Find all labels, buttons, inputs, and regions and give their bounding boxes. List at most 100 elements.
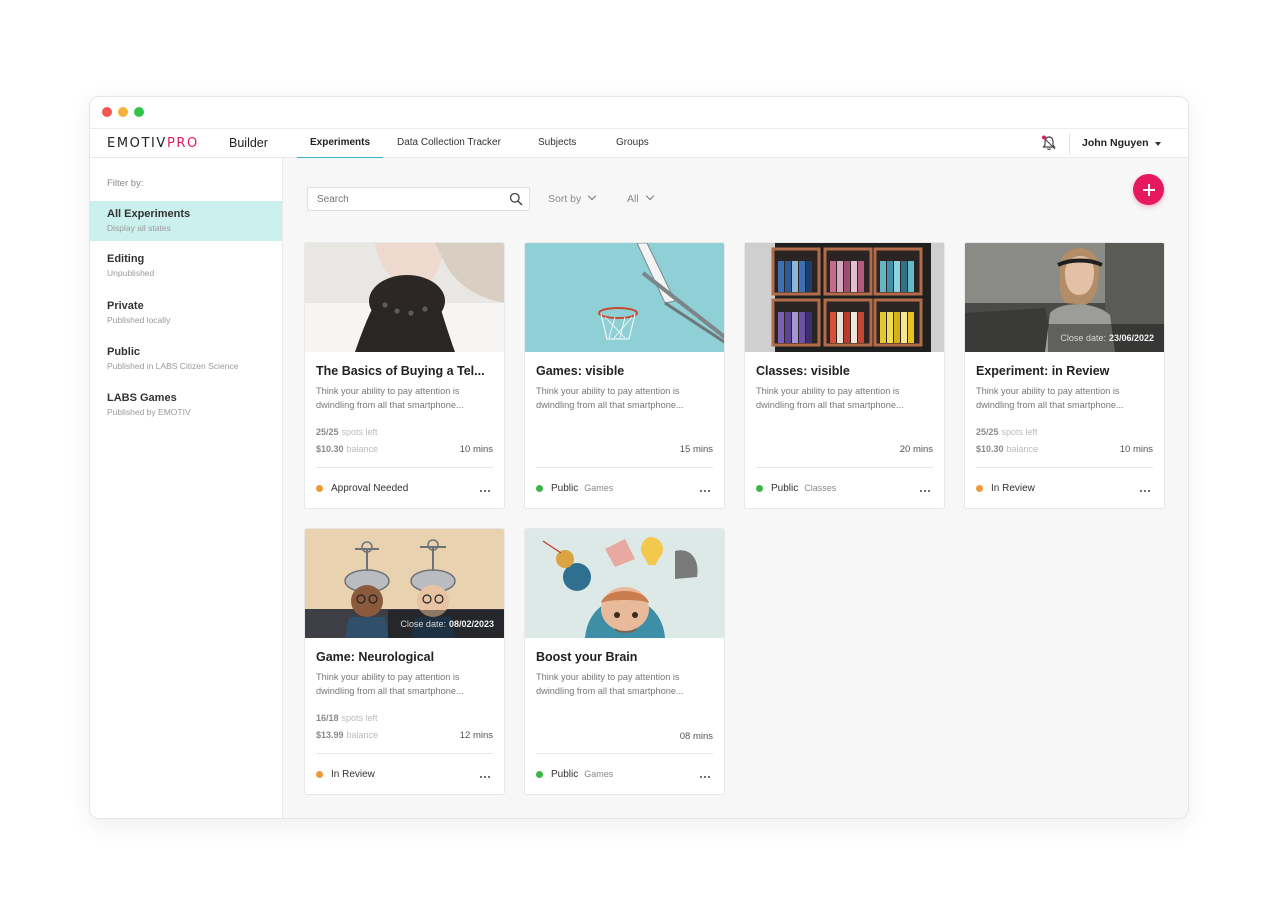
filter-labs-games[interactable]: LABS Games Published by EMOTIV: [90, 385, 282, 425]
status-dot-icon: [316, 485, 323, 492]
spots-label: spots left: [1001, 427, 1038, 437]
search-input[interactable]: [308, 188, 498, 210]
experiment-title: Boost your Brain: [536, 650, 638, 664]
more-options-icon[interactable]: [478, 773, 490, 778]
tab-groups[interactable]: Groups: [616, 137, 649, 159]
balance-value: $13.99: [316, 730, 344, 740]
experiment-description: Think your ability to pay attention is d…: [536, 672, 684, 696]
tab-experiments[interactable]: Experiments: [297, 137, 384, 159]
filter-all-experiments[interactable]: All Experiments Display all states: [90, 201, 282, 241]
experiment-thumbnail: Close date: 23/06/2022: [965, 243, 1164, 352]
balance-value: $10.30: [976, 444, 1004, 454]
more-options-icon[interactable]: [918, 487, 930, 492]
user-menu-caret-icon[interactable]: [1155, 142, 1161, 146]
state-filter-dropdown[interactable]: All: [627, 191, 654, 205]
status-dot-icon: [756, 485, 763, 492]
experiment-status: Public Games: [551, 483, 613, 494]
experiment-card[interactable]: Games: visible Think your ability to pay…: [524, 242, 725, 509]
spots-label: spots left: [341, 427, 378, 437]
filter-subtitle: Published by EMOTIV: [107, 407, 191, 417]
logo-accent-text: PRO: [166, 136, 199, 151]
more-options-icon[interactable]: [698, 773, 710, 778]
spots-left: 25/25 spots left: [316, 427, 378, 437]
status-category: Classes: [804, 483, 837, 493]
balance: $10.30 balance: [976, 444, 1038, 454]
experiment-thumbnail: [745, 243, 944, 352]
experiment-card[interactable]: Boost your Brain Think your ability to p…: [524, 528, 725, 795]
duration: 15 mins: [679, 444, 713, 455]
duration: 12 mins: [459, 730, 493, 741]
notification-bell-icon[interactable]: [1040, 134, 1058, 152]
experiment-card[interactable]: Classes: visible Think your ability to p…: [744, 242, 945, 509]
balance-label: balance: [346, 444, 379, 454]
filter-private[interactable]: Private Published locally: [90, 293, 282, 333]
card-divider: [536, 467, 713, 468]
status-dot-icon: [536, 771, 543, 778]
close-date-overlay: Close date: 23/06/2022: [1048, 324, 1164, 352]
window-titlebar: [90, 97, 1188, 128]
status-label: Public: [551, 483, 579, 494]
add-experiment-button[interactable]: [1133, 174, 1164, 205]
spots-value: 16/18: [316, 713, 339, 723]
plus-icon: [1142, 183, 1155, 196]
status-dot-icon: [536, 485, 543, 492]
experiment-card[interactable]: Close date: 08/02/2023 Game: Neurological…: [304, 528, 505, 795]
experiment-title: The Basics of Buying a Tel...: [316, 364, 485, 378]
top-navigation: EMOTIVPRO Builder Experiments Data Colle…: [90, 128, 1188, 159]
status-label: Public: [551, 769, 579, 780]
sort-by-dropdown[interactable]: Sort by: [548, 191, 597, 205]
card-divider: [316, 467, 493, 468]
app-window: EMOTIVPRO Builder Experiments Data Colle…: [89, 96, 1189, 819]
experiment-description: Think your ability to pay attention is d…: [756, 386, 904, 410]
module-name: Builder: [229, 136, 268, 150]
experiment-card[interactable]: The Basics of Buying a Tel... Think your…: [304, 242, 505, 509]
status-label: In Review: [991, 483, 1035, 494]
tab-data-collection-tracker[interactable]: Data Collection Tracker: [397, 137, 501, 159]
emotivpro-logo[interactable]: EMOTIVPRO: [107, 136, 199, 151]
search-icon[interactable]: [509, 192, 523, 206]
user-menu[interactable]: John Nguyen: [1082, 137, 1149, 149]
status-label: In Review: [331, 769, 375, 780]
experiment-description: Think your ability to pay attention is d…: [316, 672, 464, 696]
logo-text: EMOTIV: [107, 136, 167, 151]
status-label: Approval Needed: [331, 483, 409, 494]
close-date-overlay: Close date: 08/02/2023: [388, 610, 504, 638]
experiment-status: Public Games: [551, 769, 613, 780]
status-category: Games: [584, 483, 614, 493]
more-options-icon[interactable]: [698, 487, 710, 492]
experiments-main: Sort by All The Basics of Buying a Tel..…: [283, 158, 1188, 818]
experiment-status: Public Classes: [771, 483, 836, 494]
experiment-title: Classes: visible: [756, 364, 850, 378]
status-category: Games: [584, 769, 614, 779]
maximize-window-button[interactable]: [134, 107, 144, 117]
status-dot-icon: [316, 771, 323, 778]
card-divider: [316, 753, 493, 754]
spots-value: 25/25: [316, 427, 339, 437]
duration: 08 mins: [679, 731, 713, 742]
experiment-card[interactable]: Close date: 23/06/2022 Experiment: in Rev…: [964, 242, 1165, 509]
close-window-button[interactable]: [102, 107, 112, 117]
close-date-value: 08/02/2023: [448, 619, 494, 629]
experiment-thumbnail: Close date: 08/02/2023: [305, 529, 504, 638]
balance-label: balance: [1006, 444, 1039, 454]
experiment-title: Experiment: in Review: [976, 364, 1110, 378]
state-filter-label: All: [627, 193, 639, 205]
filter-subtitle: Published in LABS Citizen Science: [107, 361, 239, 371]
card-divider: [756, 467, 933, 468]
balance: $10.30 balance: [316, 444, 378, 454]
card-divider: [976, 467, 1153, 468]
experiment-status: In Review: [991, 483, 1041, 494]
filter-subtitle: Published locally: [107, 315, 171, 325]
minimize-window-button[interactable]: [118, 107, 128, 117]
filter-editing[interactable]: Editing Unpublished: [90, 246, 282, 286]
status-label: Public: [771, 483, 799, 494]
close-date-label: Close date:: [400, 619, 446, 629]
sort-by-label: Sort by: [548, 193, 582, 205]
card-divider: [536, 753, 713, 754]
more-options-icon[interactable]: [1138, 487, 1150, 492]
balance: $13.99 balance: [316, 730, 378, 740]
experiment-description: Think your ability to pay attention is d…: [976, 386, 1124, 410]
more-options-icon[interactable]: [478, 487, 490, 492]
filter-public[interactable]: Public Published in LABS Citizen Science: [90, 339, 282, 379]
tab-subjects[interactable]: Subjects: [538, 137, 576, 159]
